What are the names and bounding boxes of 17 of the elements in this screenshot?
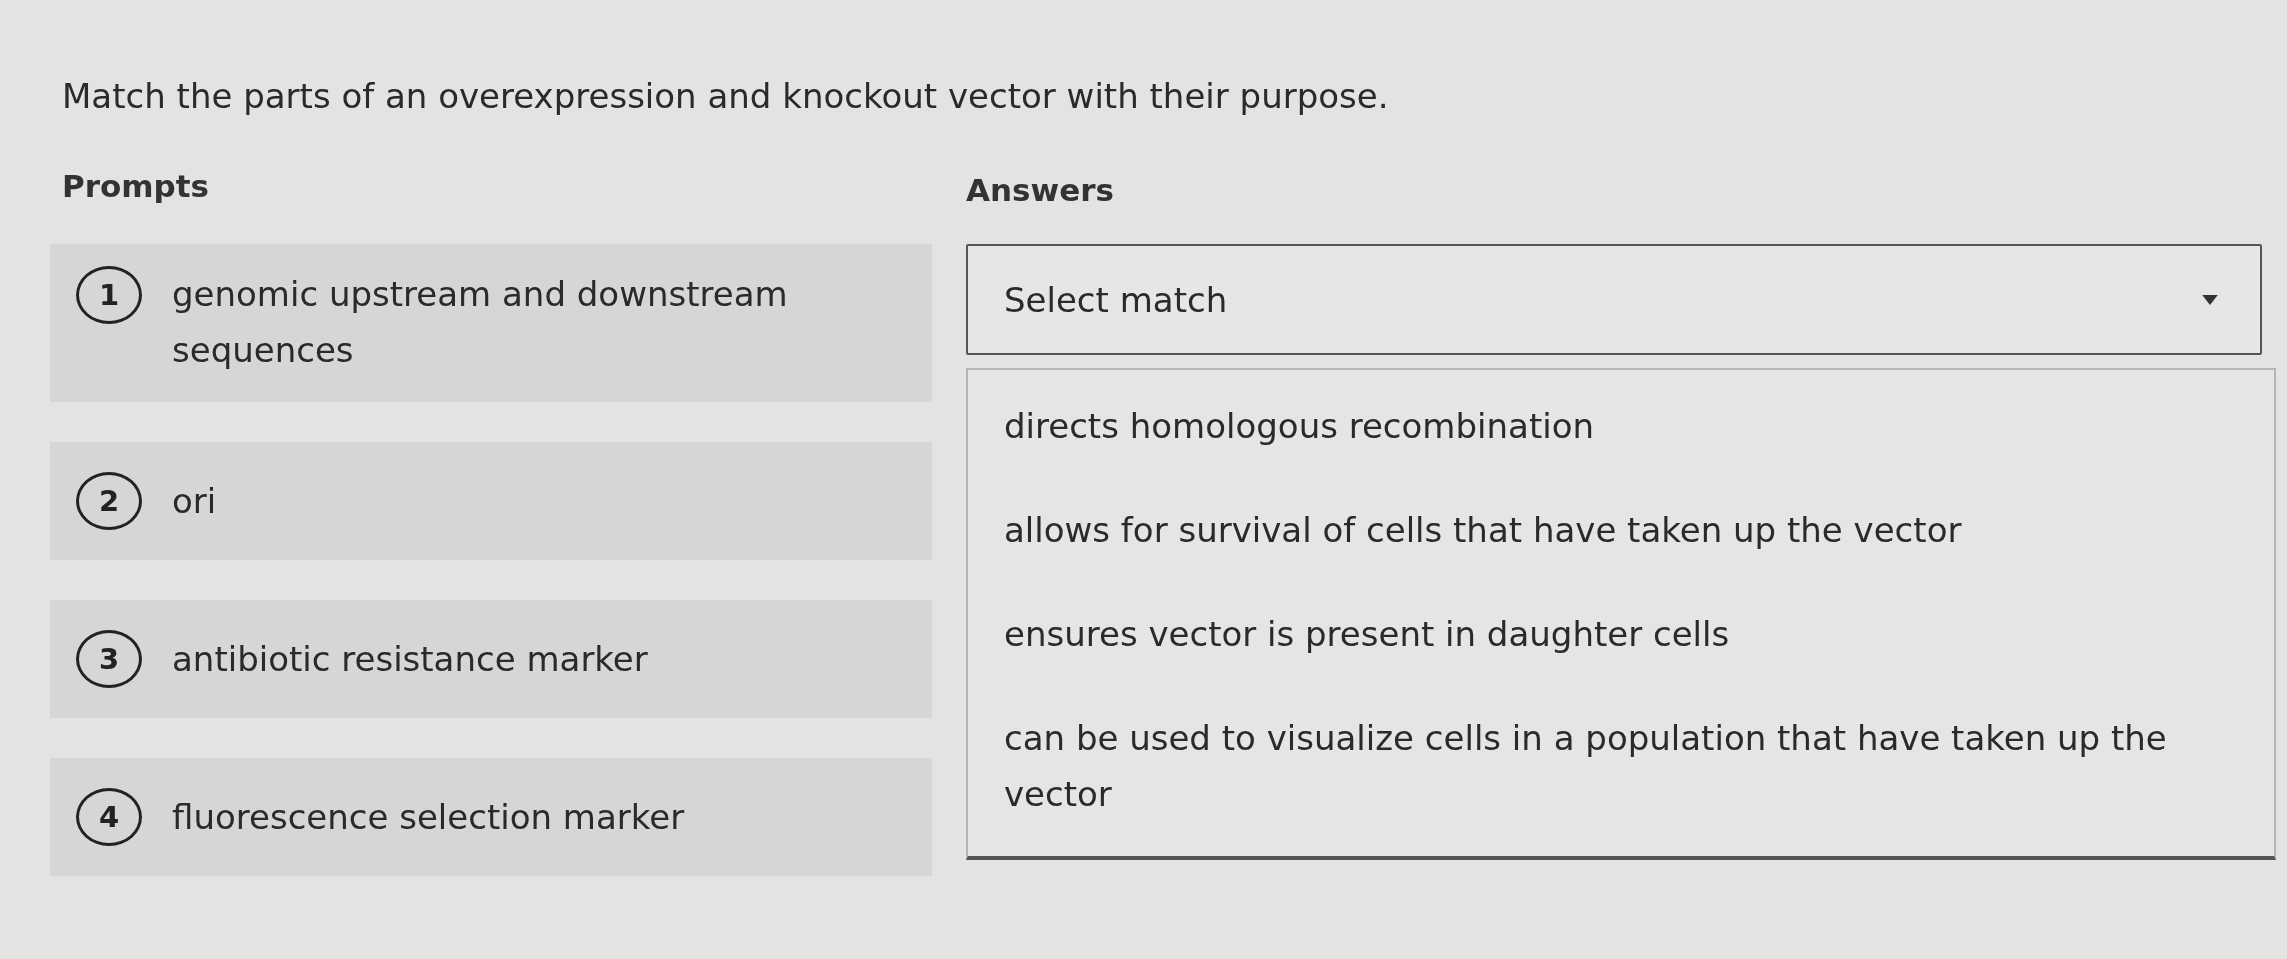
answers-heading: Answers (966, 171, 1114, 210)
prompt-text: fluorescence selection marker (172, 796, 685, 839)
prompt-text: genomic upstream and downstream sequences (172, 273, 789, 372)
match-option[interactable]: can be used to visualize cells in a population that have taken up the vector (968, 686, 2274, 846)
prompts-heading: Prompts (62, 167, 210, 206)
question-text: Match the parts of an overexpression and knockout vector with their purpose. (61, 75, 1389, 118)
match-option[interactable]: ensures vector is present in daughter cells (968, 582, 2274, 686)
match-select[interactable]: Select match (966, 244, 2262, 355)
match-option[interactable]: allows for survival of cells that have taken up the vector (968, 478, 2274, 582)
prompt-number: 2 (76, 472, 142, 530)
prompt-text: ori (172, 480, 217, 523)
prompt-number: 4 (76, 788, 142, 846)
prompt-number: 1 (76, 266, 142, 324)
prompt-number: 3 (76, 630, 142, 688)
prompt-text: antibiotic resistance marker (172, 638, 648, 681)
caret-icon (2202, 294, 2218, 305)
match-option[interactable]: directs homologous recombination (968, 374, 2274, 478)
